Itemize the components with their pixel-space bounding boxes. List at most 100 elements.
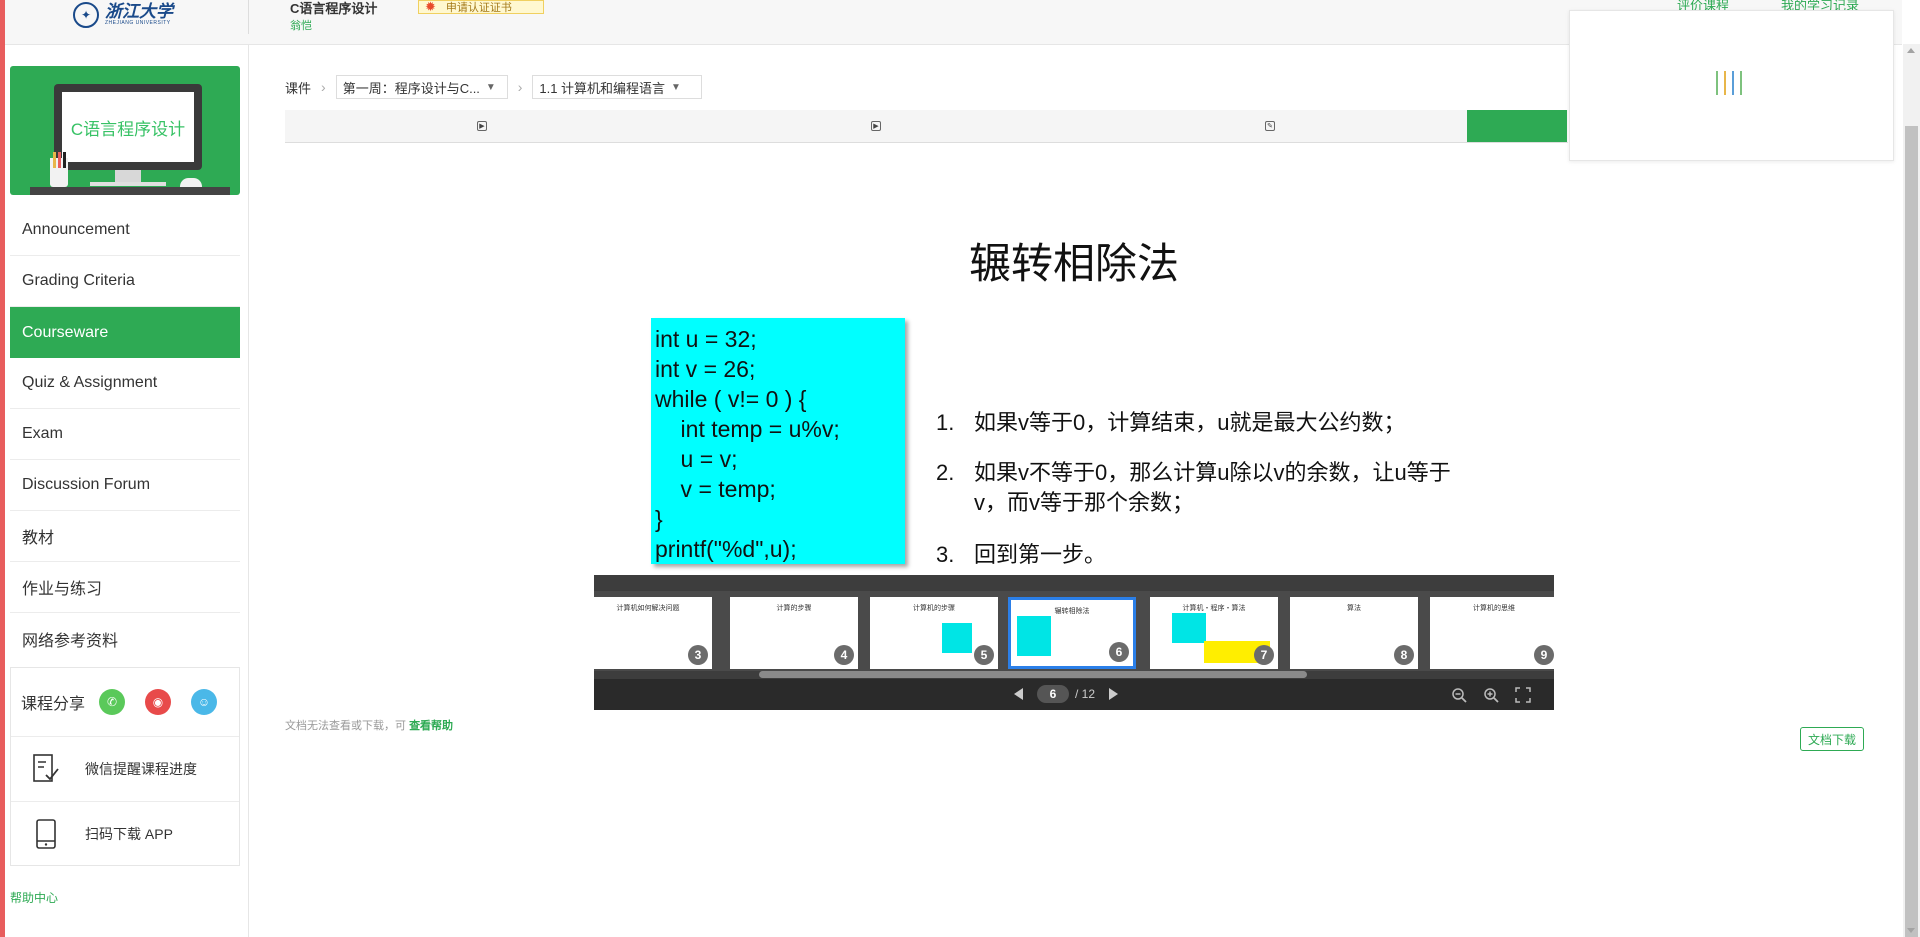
scroll-thumb[interactable] — [1905, 126, 1918, 937]
chevron-down-icon: ▼ — [485, 81, 496, 93]
prev-page-icon[interactable] — [1014, 688, 1023, 700]
step-number: 3. — [936, 542, 955, 567]
desk-illustration — [30, 187, 230, 195]
sidebar-item-discussion-forum[interactable]: Discussion Forum — [10, 460, 240, 511]
pager: 6 / 12 — [1014, 685, 1119, 703]
step-text: 回到第一步。 — [974, 542, 1107, 567]
breadcrumb: 课件 › 第一周：程序设计与C... ▼ › 1.1 计算机和编程语言 ▼ — [285, 75, 703, 99]
weibo-icon[interactable]: ◉ — [145, 689, 172, 715]
zoom-out-icon[interactable] — [1450, 686, 1468, 704]
viewer-tools — [1450, 686, 1532, 704]
thumbnail-number: 6 — [1109, 642, 1129, 662]
thumbnail-strip[interactable]: 计算机如何解决问题 3 计算的步骤 4 计算机的步骤 5 辗转相除法 6 计算机… — [594, 591, 1554, 671]
course-teacher[interactable]: 翁恺 — [290, 17, 312, 33]
step-item: 3. 回到第一步。 — [936, 540, 1476, 570]
header-divider — [248, 0, 249, 34]
thumbnail-number: 8 — [1394, 645, 1414, 665]
scroll-down-icon[interactable] — [1907, 928, 1915, 933]
help-note-text: 文档无法查看或下载，可 — [285, 720, 406, 732]
thumbnail-title: 计算机如何解决问题 — [616, 605, 680, 612]
tab-document[interactable]: ✎ — [1073, 110, 1467, 142]
breadcrumb-root[interactable]: 课件 — [285, 78, 311, 97]
page-number-input[interactable]: 6 — [1037, 685, 1069, 703]
pencil-red — [58, 152, 61, 168]
sidebar-item-exam[interactable]: Exam — [10, 409, 240, 460]
university-logo[interactable]: ✦ 浙江大学 ZHEJIANG UNIVERSITY — [73, 0, 185, 30]
pencil-yellow — [53, 152, 56, 168]
scroll-up-icon[interactable] — [1907, 48, 1915, 53]
document-viewer: 计算机如何解决问题 3 计算的步骤 4 计算机的步骤 5 辗转相除法 6 计算机… — [594, 575, 1554, 710]
chevron-down-icon: ▼ — [671, 81, 681, 93]
thumbnail-slide[interactable]: 计算机如何解决问题 3 — [594, 597, 712, 669]
thumbnail-title: 计算机的思维 — [1473, 605, 1515, 612]
share-panel: 课程分享 ✆ ◉ ☺ 微信提醒课程进度 扫码下载 APP — [10, 667, 240, 866]
sidebar-item-textbook[interactable]: 教材 — [10, 511, 240, 562]
sidebar-item-grading-criteria[interactable]: Grading Criteria — [10, 256, 240, 307]
thumbnail-slide[interactable]: 计算机・程序・算法 7 — [1150, 597, 1278, 669]
thumbnail-code-preview — [942, 623, 972, 653]
download-document-button[interactable]: 文档下载 — [1800, 727, 1864, 751]
step-item: 2. 如果v不等于0，那么计算u除以v的余数，让u等于v，而v等于那个余数； — [936, 458, 1476, 518]
help-center-link[interactable]: 帮助中心 — [10, 889, 58, 906]
thumbnail-title: 算法 — [1347, 605, 1361, 612]
tab-video-2[interactable]: ▶ — [679, 110, 1073, 142]
thumbnail-title: 计算的步骤 — [776, 605, 812, 612]
thumbnail-slide[interactable]: 计算机的思维 9 — [1430, 597, 1554, 669]
code-line: int temp = u%v; — [655, 416, 840, 442]
view-help-link[interactable]: 查看帮助 — [409, 720, 453, 732]
sidebar-item-announcement[interactable]: Announcement — [10, 205, 240, 256]
scan-app-label: 扫码下载 APP — [85, 826, 173, 842]
thumbnail-slide-active[interactable]: 辗转相除法 6 — [1008, 597, 1136, 669]
scan-app-row[interactable]: 扫码下载 APP — [11, 802, 239, 866]
qq-icon[interactable]: ☺ — [191, 689, 218, 715]
edit-document-icon: ✎ — [1265, 121, 1275, 131]
thumbnail-code-preview — [1017, 616, 1051, 656]
step-number: 1. — [936, 410, 955, 435]
thumbnail-slide[interactable]: 算法 8 — [1290, 597, 1418, 669]
sidebar-item-courseware[interactable]: Courseware — [10, 307, 240, 358]
lesson-select[interactable]: 1.1 计算机和编程语言 ▼ — [532, 75, 703, 99]
thumbnail-slide[interactable]: 计算机的步骤 5 — [870, 597, 998, 669]
monitor-illustration: C语言程序设计 — [54, 84, 202, 170]
code-line: printf("%d",u); — [655, 536, 797, 562]
lesson-select-value: 1.1 计算机和编程语言 — [539, 80, 666, 96]
zoom-in-icon[interactable] — [1482, 686, 1500, 704]
sidebar-item-quiz-assignment[interactable]: Quiz & Assignment — [10, 358, 240, 409]
week-select[interactable]: 第一周：程序设计与C... ▼ — [335, 75, 508, 99]
course-title[interactable]: C语言程序设计 — [290, 0, 377, 17]
wechat-remind-label: 微信提醒课程进度 — [85, 761, 197, 777]
step-text: 如果v等于0，计算结束，u就是最大公约数； — [974, 410, 1406, 435]
tab-courseware-active[interactable] — [1467, 110, 1567, 142]
loading-spinner-icon — [1716, 71, 1742, 95]
left-edge-accent — [0, 0, 5, 937]
ribbon-icon: ✹ — [425, 0, 436, 14]
wechat-remind-row[interactable]: 微信提醒课程进度 — [11, 737, 239, 802]
logo-subtext: ZHEJIANG UNIVERSITY — [105, 20, 171, 26]
tab-video-1[interactable]: ▶ — [285, 110, 679, 142]
sidebar-item-homework[interactable]: 作业与练习 — [10, 562, 240, 613]
checklist-icon — [33, 754, 59, 784]
thumbnail-number: 7 — [1254, 645, 1274, 665]
course-cover-card[interactable]: C语言程序设计 — [10, 66, 240, 195]
page-scrollbar[interactable] — [1903, 44, 1920, 937]
cover-screen-text: C语言程序设计 — [62, 92, 194, 162]
thumbnail-number: 3 — [688, 645, 708, 665]
logo-text: 浙江大学 — [105, 2, 173, 22]
thumbnail-scrollbar[interactable] — [759, 671, 1307, 678]
thumbnail-slide[interactable]: 计算的步骤 4 — [730, 597, 858, 669]
chevron-right-icon: › — [517, 79, 523, 95]
apply-certificate-button[interactable]: ✹ 申请认证证书 — [418, 0, 544, 14]
help-note: 文档无法查看或下载，可 查看帮助 — [285, 717, 453, 733]
sidebar-item-references[interactable]: 网络参考资料 — [10, 613, 240, 664]
code-line: u = v; — [655, 446, 738, 472]
code-line: int u = 32; — [655, 326, 757, 352]
unit-tabs: ▶ ▶ ✎ — [285, 110, 1568, 143]
fullscreen-icon[interactable] — [1514, 686, 1532, 704]
thumbnail-number: 9 — [1534, 645, 1554, 665]
chevron-right-icon: › — [321, 79, 326, 95]
share-row: 课程分享 ✆ ◉ ☺ — [11, 668, 239, 737]
next-page-icon[interactable] — [1109, 688, 1119, 700]
phone-icon — [33, 819, 59, 849]
code-line: } — [655, 506, 663, 532]
wechat-icon[interactable]: ✆ — [99, 689, 126, 715]
